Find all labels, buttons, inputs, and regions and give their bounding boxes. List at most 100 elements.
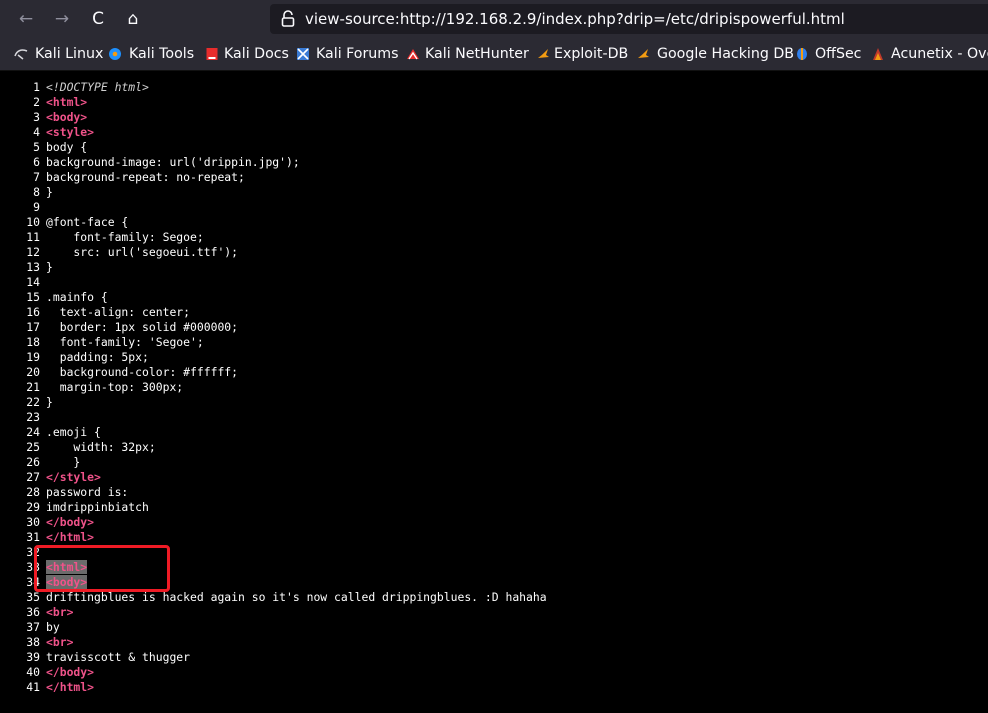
url-text[interactable]: view-source:http://192.168.2.9/index.php… xyxy=(305,4,845,34)
source-text: src: url('segoeui.ttf'); xyxy=(46,245,239,259)
bookmark-label: Acunetix - Over xyxy=(891,46,988,62)
markup-tag: <style> xyxy=(46,125,95,139)
kali-docs-icon xyxy=(206,48,218,60)
back-button[interactable]: ← xyxy=(13,6,39,32)
source-text: text-align: center; xyxy=(46,305,191,319)
bookmark-acunetix[interactable]: Acunetix - Over xyxy=(871,38,988,70)
source-line: 7 background-repeat: no-repeat; xyxy=(22,170,547,185)
bookmark-label: Kali Tools xyxy=(129,46,195,62)
markup-tag: </html> xyxy=(46,530,95,544)
source-line: 21 margin-top: 300px; xyxy=(22,380,547,395)
line-number: 11 xyxy=(26,230,40,244)
line-number: 19 xyxy=(26,350,40,364)
source-text: background-color: #ffffff; xyxy=(46,365,239,379)
source-text: margin-top: 300px; xyxy=(46,380,184,394)
line-number: 1 xyxy=(33,80,40,94)
line-number: 36 xyxy=(26,605,40,619)
line-number: 7 xyxy=(33,170,40,184)
bookmark-kali-docs[interactable]: Kali Docs xyxy=(205,38,289,70)
home-button[interactable]: ⌂ xyxy=(120,6,146,32)
bookmark-label: Google Hacking DB xyxy=(657,46,795,62)
page-info-icon xyxy=(281,10,295,27)
source-line: 10 @font-face { xyxy=(22,215,547,230)
source-text: border: 1px solid #000000; xyxy=(46,320,239,334)
line-number: 6 xyxy=(33,155,40,169)
line-number: 9 xyxy=(33,200,40,214)
line-number: 3 xyxy=(33,110,40,124)
source-text: } xyxy=(46,260,53,274)
bookmark-kali-tools[interactable]: Kali Tools xyxy=(108,38,194,70)
source-line: 2 <html> xyxy=(22,95,547,110)
line-number: 37 xyxy=(26,620,40,634)
source-text: body { xyxy=(46,140,88,154)
bookmark-google-hacking-db[interactable]: Google Hacking DB xyxy=(636,38,794,70)
line-number: 4 xyxy=(33,125,40,139)
bookmark-label: Kali NetHunter xyxy=(425,46,529,62)
password-label: password is: xyxy=(46,485,129,499)
bookmark-kali-linux[interactable]: Kali Linux xyxy=(14,38,103,70)
line-number: 20 xyxy=(26,365,40,379)
source-text: .emoji { xyxy=(46,425,101,439)
bookmark-kali-forums[interactable]: Kali Forums xyxy=(296,38,399,70)
line-number: 24 xyxy=(26,425,40,439)
source-text: @font-face { xyxy=(46,215,129,229)
password-highlight-box xyxy=(34,545,170,592)
source-line: 19 padding: 5px; xyxy=(22,350,547,365)
source-line: 31 </html> xyxy=(22,530,547,545)
bookmark-label: Kali Docs xyxy=(224,46,289,62)
line-number: 28 xyxy=(26,485,40,499)
view-source-pane[interactable]: 1 <!DOCTYPE html> 2 <html> 3 <body> 4 <style> 5 b… xyxy=(0,71,988,713)
source-text: background-repeat: no-repeat; xyxy=(46,170,245,184)
markup-tag: <br> xyxy=(46,635,74,649)
source-line: 37 by xyxy=(22,620,547,635)
source-line: 11 font-family: Segoe; xyxy=(22,230,547,245)
source-line: 8} xyxy=(22,185,547,200)
line-number: 15 xyxy=(26,290,40,304)
source-line: 12 src: url('segoeui.ttf'); xyxy=(22,245,547,260)
source-line: 6 background-image: url('drippin.jpg'); xyxy=(22,155,547,170)
source-text: travisscott & thugger xyxy=(46,650,191,664)
line-number: 40 xyxy=(26,665,40,679)
forward-button[interactable]: → xyxy=(49,6,75,32)
source-line: 27 </style> xyxy=(22,470,547,485)
acunetix-icon xyxy=(873,48,883,60)
source-line: 4 <style> xyxy=(22,125,547,140)
source-line: 20 background-color: #ffffff; xyxy=(22,365,547,380)
line-number: 26 xyxy=(26,455,40,469)
markup-tag: <html> xyxy=(46,95,88,109)
kali-forums-icon xyxy=(297,48,309,60)
kali-tools-icon xyxy=(109,48,121,60)
source-text: .mainfo { xyxy=(46,290,108,304)
line-number: 16 xyxy=(26,305,40,319)
source-line: 36 <br> xyxy=(22,605,547,620)
source-line: 14 xyxy=(22,275,547,290)
source-text: } xyxy=(46,185,53,199)
source-text: font-family: 'Segoe'; xyxy=(46,335,204,349)
markup-tag: <body> xyxy=(46,110,88,124)
reload-button[interactable]: C xyxy=(85,6,111,32)
bookmark-label: Kali Forums xyxy=(316,46,399,62)
markup-tag: </body> xyxy=(46,515,95,529)
source-line: 41 </html> xyxy=(22,680,547,695)
line-number: 5 xyxy=(33,140,40,154)
bookmark-offsec[interactable]: OffSec xyxy=(795,38,861,70)
bookmark-exploit-db[interactable]: Exploit-DB xyxy=(536,38,628,70)
line-number: 39 xyxy=(26,650,40,664)
source-text: by xyxy=(46,620,60,634)
bookmark-label: Exploit-DB xyxy=(554,46,629,62)
source-line: 30 </body> xyxy=(22,515,547,530)
line-number: 12 xyxy=(26,245,40,259)
source-text: width: 32px; xyxy=(46,440,156,454)
source-line: 3 <body> xyxy=(22,110,547,125)
source-code: 1 <!DOCTYPE html> 2 <html> 3 <body> 4 <style> 5 b… xyxy=(22,80,547,695)
bookmark-kali-nethunter[interactable]: Kali NetHunter xyxy=(406,38,529,70)
source-line: 39 travisscott & thugger xyxy=(22,650,547,665)
line-number: 23 xyxy=(26,410,40,424)
line-number: 18 xyxy=(26,335,40,349)
line-number: 10 xyxy=(26,215,40,229)
url-bar[interactable]: view-source:http://192.168.2.9/index.php… xyxy=(270,4,988,34)
source-text: } xyxy=(46,455,81,469)
source-line: 16 text-align: center; xyxy=(22,305,547,320)
source-text: driftingblues is hacked again so it's no… xyxy=(46,590,547,604)
line-number: 21 xyxy=(26,380,40,394)
